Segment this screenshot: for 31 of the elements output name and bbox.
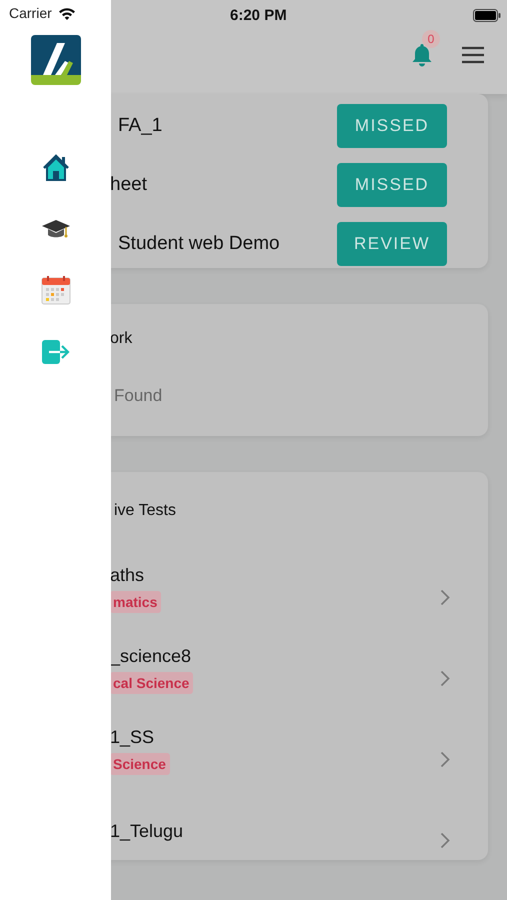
subject-tag: matics: [110, 590, 162, 612]
test-title: aths: [110, 564, 144, 586]
app-logo: [30, 35, 80, 85]
notification-badge: 0: [422, 30, 440, 48]
empty-message: Found: [113, 386, 164, 406]
chevron-right-icon[interactable]: [440, 670, 450, 687]
subject-tag: cal Science: [110, 672, 194, 694]
chevron-right-icon[interactable]: [440, 589, 450, 606]
battery-icon: [473, 8, 501, 22]
status-time: 6:20 PM: [230, 6, 288, 24]
chevron-right-icon[interactable]: [440, 751, 450, 768]
assignment-title: heet: [109, 174, 147, 196]
assignment-title: Student web Demo: [117, 233, 280, 255]
status-button[interactable]: MISSED: [337, 104, 447, 148]
logout-icon[interactable]: [40, 339, 70, 365]
section-title: ive Tests: [113, 502, 177, 520]
test-title: 1_SS: [110, 726, 154, 748]
carrier-label: Carrier: [9, 5, 52, 21]
assignment-title: FA_1: [117, 115, 162, 137]
calendar-icon[interactable]: [40, 275, 70, 305]
test-title: 1_Telugu: [110, 821, 184, 842]
status-button[interactable]: MISSED: [337, 163, 447, 207]
house-icon[interactable]: [40, 153, 70, 183]
section-title: ork: [110, 330, 134, 348]
status-button[interactable]: REVIEW: [337, 222, 447, 266]
menu-icon[interactable]: [461, 46, 485, 64]
subject-tag: Science: [110, 752, 170, 774]
wifi-icon: [58, 6, 76, 20]
test-title: _science8: [110, 646, 192, 666]
bell-icon[interactable]: [411, 43, 433, 67]
chevron-right-icon[interactable]: [440, 832, 450, 849]
